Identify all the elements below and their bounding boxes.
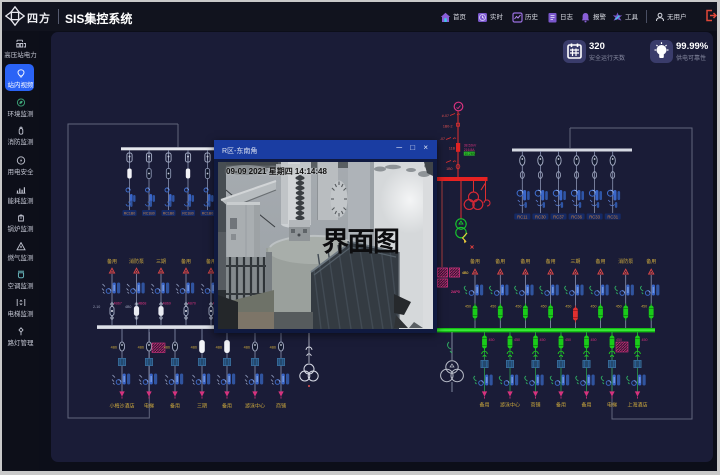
svg-text:4B6: 4B6 — [270, 346, 276, 350]
svg-text:备用: 备用 — [222, 403, 232, 410]
svg-text:450: 450 — [541, 305, 547, 309]
svg-text:备用: 备用 — [546, 258, 556, 265]
svg-text:小梅沙酒店: 小梅沙酒店 — [109, 403, 134, 410]
svg-text:消防泵: 消防泵 — [129, 258, 144, 265]
svg-text:RC11: RC11 — [517, 215, 528, 220]
svg-text:消防泵: 消防泵 — [618, 258, 633, 265]
svg-text:450: 450 — [489, 338, 495, 342]
svg-text:三期: 三期 — [570, 259, 580, 265]
svg-text:4B6: 4B6 — [216, 346, 222, 350]
svg-text:4B0: 4B0 — [462, 271, 468, 275]
svg-text:11B: 11B — [449, 147, 456, 151]
svg-text:4B70: 4B70 — [188, 302, 196, 306]
svg-text:4B6: 4B6 — [138, 346, 144, 350]
svg-text:RC1B0: RC1B0 — [143, 212, 155, 216]
svg-text:备用: 备用 — [581, 402, 591, 409]
svg-text:商铺: 商铺 — [530, 402, 540, 409]
svg-text:备用: 备用 — [495, 258, 505, 265]
svg-text:450: 450 — [515, 305, 521, 309]
svg-text:1B0-2: 1B0-2 — [443, 125, 453, 129]
svg-text:游泳中心: 游泳中心 — [245, 403, 265, 410]
svg-text:备用: 备用 — [479, 402, 489, 409]
svg-text:450: 450 — [465, 305, 471, 309]
svg-text:RC1B0: RC1B0 — [163, 212, 175, 216]
svg-text:4B67: 4B67 — [114, 302, 122, 306]
svg-text:上海酒店: 上海酒店 — [627, 402, 647, 409]
svg-text:1B0: 1B0 — [446, 167, 452, 171]
svg-text:RC1B0: RC1B0 — [202, 212, 214, 216]
svg-text:450: 450 — [591, 338, 597, 342]
svg-text:450: 450 — [616, 305, 622, 309]
svg-text:RC1B0: RC1B0 — [124, 212, 136, 216]
svg-text:三期: 三期 — [197, 404, 207, 410]
svg-text:450: 450 — [540, 338, 546, 342]
svg-text:备用: 备用 — [520, 258, 530, 265]
svg-text:450: 450 — [591, 305, 597, 309]
svg-text:游泳中心: 游泳中心 — [500, 402, 520, 409]
svg-text:450: 450 — [565, 338, 571, 342]
svg-text:备用: 备用 — [470, 258, 480, 265]
svg-text:RC30: RC30 — [535, 215, 546, 220]
svg-text:备用: 备用 — [170, 403, 180, 410]
svg-text:备用: 备用 — [556, 402, 566, 409]
svg-text:4B6: 4B6 — [244, 346, 250, 350]
svg-text:4B6: 4B6 — [111, 346, 117, 350]
svg-text:4B6: 4B6 — [191, 346, 197, 350]
svg-text:三期: 三期 — [156, 259, 166, 265]
svg-text:2AP0: 2AP0 — [451, 290, 460, 294]
svg-text:10.2MW: 10.2MW — [465, 152, 477, 156]
svg-text:RC31: RC31 — [607, 215, 618, 220]
svg-text:电梯: 电梯 — [144, 403, 154, 410]
svg-text:RC37: RC37 — [553, 215, 564, 220]
svg-text:备用: 备用 — [595, 258, 605, 265]
svg-text:#-07: #-07 — [442, 114, 449, 118]
svg-text:2-10: 2-10 — [93, 305, 100, 309]
svg-text:备用: 备用 — [646, 258, 656, 265]
svg-text:RC33: RC33 — [589, 215, 600, 220]
svg-text:450: 450 — [641, 305, 647, 309]
svg-text:商铺: 商铺 — [276, 403, 286, 410]
svg-text:450: 450 — [565, 305, 571, 309]
svg-text:4B69: 4B69 — [163, 302, 171, 306]
svg-text:电梯: 电梯 — [607, 402, 617, 409]
svg-text:4B6: 4B6 — [164, 346, 170, 350]
svg-text:450: 450 — [514, 338, 520, 342]
svg-text:4B68: 4B68 — [138, 302, 146, 306]
svg-text:RC36: RC36 — [571, 215, 582, 220]
svg-text:备用: 备用 — [181, 258, 191, 265]
svg-text:450: 450 — [616, 338, 622, 342]
svg-text:4B0: 4B0 — [125, 305, 131, 309]
svg-text:RC1B0: RC1B0 — [182, 212, 194, 216]
svg-text:450: 450 — [490, 305, 496, 309]
svg-text:450: 450 — [642, 338, 648, 342]
svg-text:-07: -07 — [440, 137, 445, 141]
svg-text:备用: 备用 — [107, 258, 117, 265]
